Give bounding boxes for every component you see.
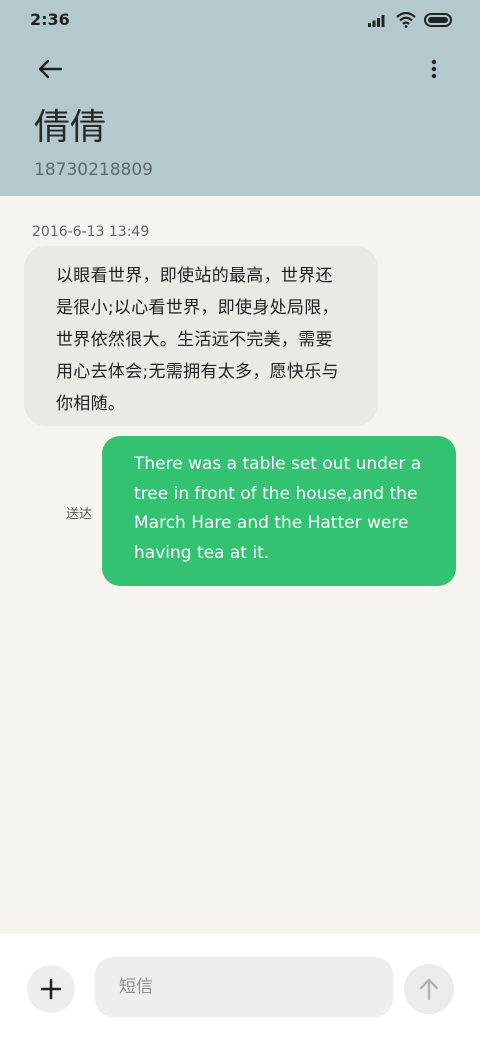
more-vertical-icon (431, 59, 437, 79)
outgoing-message-bubble[interactable]: There was a table set out under a tree i… (102, 436, 456, 586)
send-button[interactable] (404, 964, 454, 1014)
message-input-field[interactable] (95, 957, 393, 1017)
back-button[interactable] (30, 52, 70, 86)
battery-icon (424, 13, 452, 27)
more-options-button[interactable] (424, 52, 444, 86)
contact-number: 18730218809 (34, 160, 153, 180)
wifi-icon (396, 12, 416, 28)
status-icons (368, 12, 454, 28)
arrow-left-icon (38, 59, 63, 79)
incoming-message-text: 以眼看世界，即使站的最高，世界还是很小;以心看世界，即使身处局限，世界依然很大。… (56, 266, 339, 414)
conversation-header: 2:36 倩倩 18730218809 (0, 0, 480, 196)
plus-icon (40, 978, 62, 1000)
status-time: 2:36 (30, 10, 70, 29)
delivery-status: 送达 (66, 507, 93, 522)
message-input[interactable] (117, 976, 371, 998)
add-attachment-button[interactable] (27, 965, 75, 1013)
message-timestamp: 2016-6-13 13:49 (32, 224, 150, 240)
signal-icon (368, 15, 385, 27)
incoming-message-bubble[interactable]: 以眼看世界，即使站的最高，世界还是很小;以心看世界，即使身处局限，世界依然很大。… (24, 246, 378, 426)
arrow-up-icon (419, 978, 439, 1001)
outgoing-message-text: There was a table set out under a tree i… (134, 454, 422, 563)
contact-name: 倩倩 (34, 107, 107, 148)
